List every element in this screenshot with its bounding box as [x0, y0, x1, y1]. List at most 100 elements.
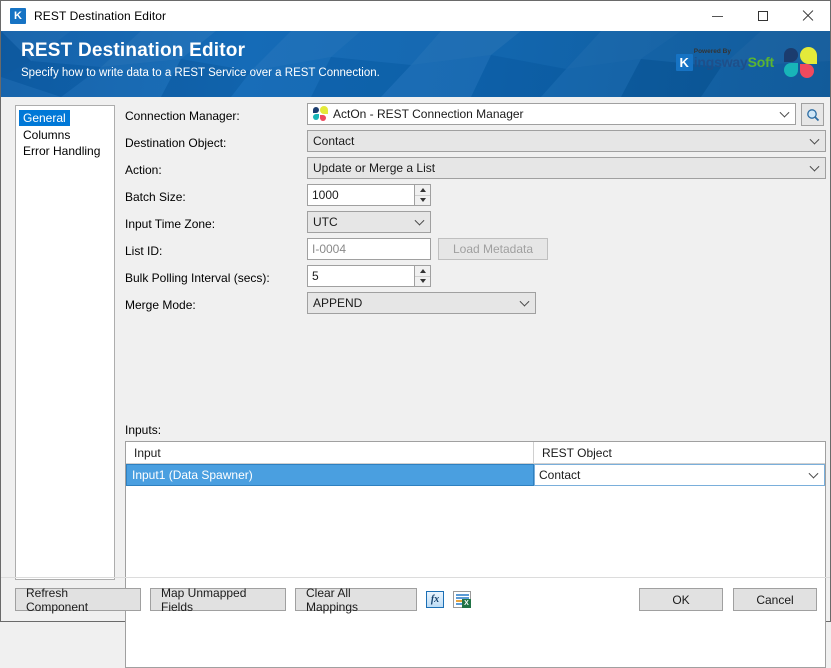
- close-button[interactable]: [785, 1, 830, 31]
- ok-button[interactable]: OK: [639, 588, 723, 611]
- input-cell[interactable]: Input1 (Data Spawner): [126, 464, 534, 486]
- rest-object-cell[interactable]: Contact: [534, 464, 825, 486]
- bulk-polling-spin-buttons[interactable]: [414, 265, 431, 287]
- destination-object-select[interactable]: Contact: [307, 130, 826, 152]
- petal-bottom-right: [800, 64, 814, 78]
- rest-object-value: Contact: [539, 468, 581, 482]
- cancel-button[interactable]: Cancel: [733, 588, 817, 611]
- sidebar-item-general-label: General: [19, 110, 70, 126]
- petal-bottom-left: [784, 63, 798, 77]
- chevron-down-icon: [519, 296, 530, 307]
- arrow-up-icon: [419, 268, 426, 273]
- bulk-polling-interval-row: Bulk Polling Interval (secs): 5: [125, 265, 824, 292]
- chevron-down-icon: [779, 107, 790, 118]
- kingswaysoft-branding: K Powered By ingsway Soft: [675, 47, 818, 78]
- footer-left-buttons: Refresh Component Map Unmapped Fields Cl…: [15, 586, 471, 614]
- input-time-zone-select[interactable]: UTC: [307, 211, 431, 233]
- banner-title: REST Destination Editor: [21, 40, 246, 61]
- chevron-down-icon: [808, 468, 819, 479]
- refresh-component-button[interactable]: Refresh Component: [15, 586, 141, 614]
- destination-object-row: Destination Object: Contact: [125, 130, 826, 157]
- dialog-footer: Refresh Component Map Unmapped Fields Cl…: [1, 577, 830, 621]
- clear-all-mappings-button[interactable]: Clear All Mappings: [295, 586, 417, 614]
- brand-k-icon: K: [675, 53, 693, 71]
- arrow-down-icon: [419, 198, 426, 203]
- table-row[interactable]: Input1 (Data Spawner) Contact: [126, 464, 825, 486]
- page-navigation-list[interactable]: General Columns Error Handling: [15, 105, 115, 580]
- input-time-zone-row: Input Time Zone: UTC: [125, 211, 824, 238]
- batch-size-label: Batch Size:: [125, 190, 186, 204]
- list-id-input[interactable]: I-0004: [307, 238, 431, 260]
- merge-mode-select[interactable]: APPEND: [307, 292, 536, 314]
- connection-manager-kingswaysoft-icon: [313, 106, 328, 121]
- banner-text-block: REST Destination Editor Specify how to w…: [21, 39, 380, 81]
- action-select[interactable]: Update or Merge a List: [307, 157, 826, 179]
- rest-object-select[interactable]: Contact: [534, 464, 825, 486]
- brand-kingsway-text: ingsway: [693, 54, 748, 70]
- powered-by-label: Powered By: [693, 48, 731, 55]
- action-row: Action: Update or Merge a List: [125, 157, 826, 184]
- batch-size-spin-buttons[interactable]: [414, 184, 431, 206]
- destination-object-label: Destination Object:: [125, 136, 227, 150]
- header-banner: REST Destination Editor Specify how to w…: [1, 31, 830, 97]
- footer-right-buttons: OK Cancel: [639, 588, 817, 611]
- arrow-up-icon: [419, 187, 426, 192]
- arrow-down-icon: [419, 279, 426, 284]
- browse-connection-button[interactable]: [801, 103, 824, 126]
- window-title: REST Destination Editor: [34, 9, 167, 23]
- minimize-icon: [712, 15, 723, 17]
- sidebar-item-error-handling[interactable]: Error Handling: [19, 143, 111, 159]
- merge-mode-row: Merge Mode: APPEND: [125, 292, 824, 319]
- search-icon: [806, 108, 819, 121]
- column-header-input[interactable]: Input: [126, 442, 534, 463]
- batch-size-stepper[interactable]: 1000: [307, 184, 431, 206]
- rest-destination-editor-window: K REST Destination Editor REST Destinati…: [0, 0, 831, 668]
- spin-up-button[interactable]: [415, 185, 430, 196]
- export-mappings-button[interactable]: X: [453, 591, 471, 609]
- merge-mode-value: APPEND: [313, 296, 363, 310]
- expression-editor-button[interactable]: fx: [426, 591, 444, 609]
- connection-manager-select[interactable]: ActOn - REST Connection Manager: [307, 103, 796, 125]
- general-settings-form: Connection Manager: ActOn - REST Connect…: [125, 103, 826, 319]
- sidebar-item-general[interactable]: General: [16, 109, 114, 127]
- inputs-grid-header: Input REST Object: [126, 442, 825, 464]
- chevron-down-icon: [809, 134, 820, 145]
- kingswaysoft-wordmark: K Powered By ingsway Soft: [675, 48, 775, 75]
- bulk-polling-interval-input[interactable]: 5: [307, 265, 414, 287]
- maximize-button[interactable]: [740, 1, 785, 31]
- connection-manager-value: ActOn - REST Connection Manager: [333, 107, 524, 121]
- spin-up-button[interactable]: [415, 266, 430, 277]
- map-unmapped-fields-button[interactable]: Map Unmapped Fields: [150, 586, 286, 614]
- list-id-label: List ID:: [125, 244, 163, 258]
- inputs-label: Inputs:: [125, 423, 162, 437]
- sidebar-item-columns[interactable]: Columns: [19, 127, 111, 143]
- merge-mode-label: Merge Mode:: [125, 298, 196, 312]
- spin-down-button[interactable]: [415, 196, 430, 206]
- spin-down-button[interactable]: [415, 277, 430, 287]
- minimize-button[interactable]: [695, 1, 740, 31]
- fx-icon: fx: [426, 591, 444, 608]
- connection-manager-row: Connection Manager: ActOn - REST Connect…: [125, 103, 824, 130]
- petal-top-right: [800, 47, 817, 64]
- load-metadata-button[interactable]: Load Metadata: [438, 238, 548, 260]
- inputs-grid[interactable]: Input REST Object Input1 (Data Spawner) …: [125, 441, 826, 668]
- chevron-down-icon: [414, 215, 425, 226]
- window-controls: [695, 1, 830, 31]
- title-bar: K REST Destination Editor: [1, 1, 830, 31]
- app-icon: K: [10, 8, 26, 24]
- batch-size-input[interactable]: 1000: [307, 184, 414, 206]
- bulk-polling-interval-label: Bulk Polling Interval (secs):: [125, 271, 270, 285]
- close-icon: [802, 10, 814, 22]
- input-time-zone-label: Input Time Zone:: [125, 217, 216, 231]
- action-label: Action:: [125, 163, 162, 177]
- maximize-icon: [757, 11, 768, 21]
- batch-size-row: Batch Size: 1000: [125, 184, 824, 211]
- column-header-rest-object[interactable]: REST Object: [534, 442, 825, 463]
- input-time-zone-value: UTC: [313, 215, 338, 229]
- brand-soft-text: Soft: [747, 54, 775, 70]
- destination-object-value: Contact: [313, 134, 355, 148]
- bulk-polling-interval-stepper[interactable]: 5: [307, 265, 431, 287]
- export-grid-icon: X: [453, 591, 471, 608]
- list-id-row: List ID: I-0004 Load Metadata: [125, 238, 824, 265]
- content-area: General Columns Error Handling Connectio…: [1, 97, 830, 668]
